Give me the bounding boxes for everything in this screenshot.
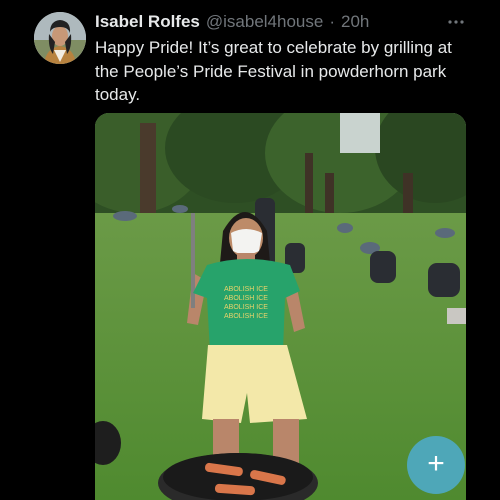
- timestamp[interactable]: 20h: [341, 12, 369, 32]
- tweet-photo[interactable]: ABOLISH ICE ABOLISH ICE ABOLISH ICE ABOL…: [95, 113, 466, 500]
- park-grilling-photo: ABOLISH ICE ABOLISH ICE ABOLISH ICE ABOL…: [95, 113, 466, 500]
- avatar-image: [34, 12, 86, 64]
- tweet[interactable]: Isabel Rolfes @isabel4house · 20h Happy …: [0, 0, 500, 500]
- more-horizontal-icon[interactable]: [446, 12, 466, 32]
- separator-dot: ·: [329, 12, 335, 31]
- avatar[interactable]: [34, 12, 86, 64]
- svg-text:ABOLISH ICE: ABOLISH ICE: [224, 313, 268, 320]
- plus-icon: +: [427, 447, 445, 480]
- display-name[interactable]: Isabel Rolfes: [95, 12, 200, 32]
- compose-button[interactable]: +: [407, 436, 465, 494]
- svg-text:ABOLISH ICE: ABOLISH ICE: [224, 295, 268, 302]
- svg-text:ABOLISH ICE: ABOLISH ICE: [224, 304, 268, 311]
- svg-text:ABOLISH ICE: ABOLISH ICE: [224, 286, 268, 293]
- user-handle[interactable]: @isabel4house: [206, 12, 323, 32]
- tweet-text: Happy Pride! It’s great to celebrate by …: [95, 38, 452, 104]
- tweet-header: Isabel Rolfes @isabel4house · 20h: [95, 12, 470, 34]
